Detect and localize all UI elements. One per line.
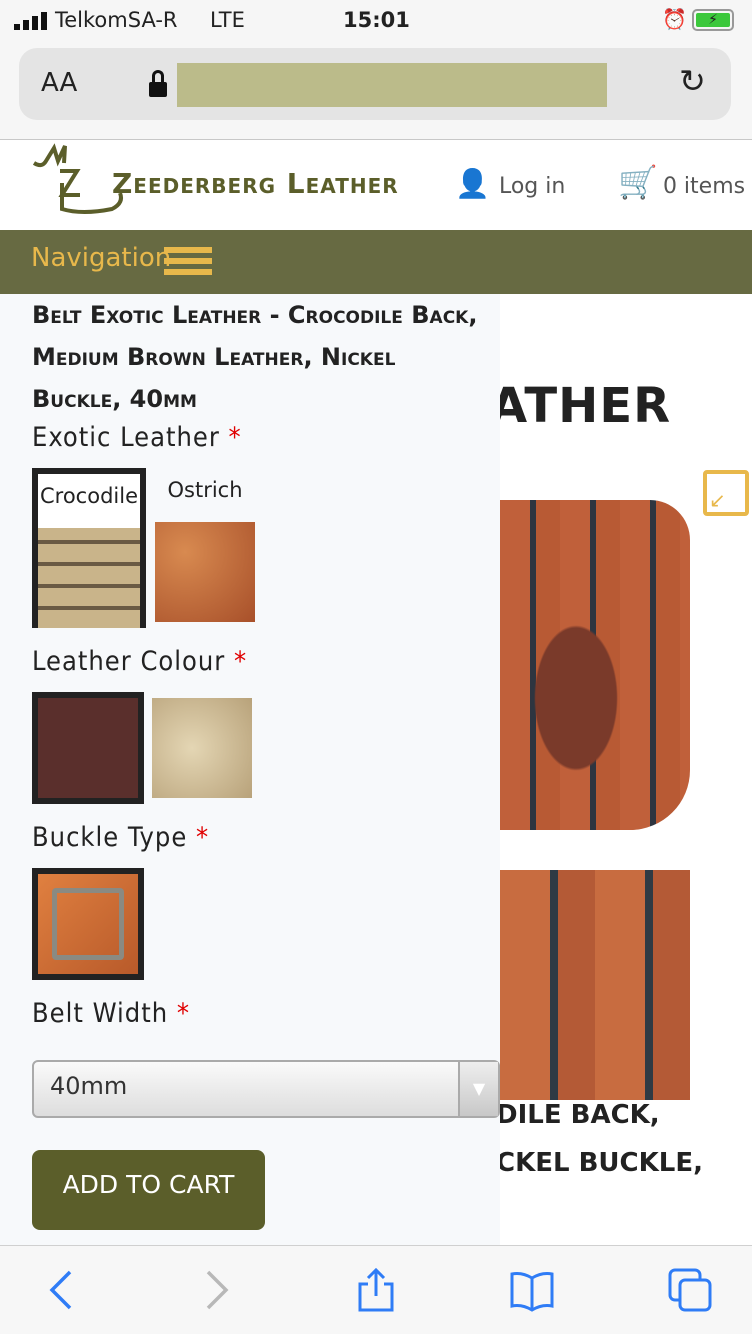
alarm-icon: ⏰ — [662, 7, 687, 31]
option-crocodile[interactable]: Crocodile — [32, 468, 146, 628]
belt-width-label: Belt Width * — [32, 998, 190, 1029]
site-header: Zeederberg Leather 👤 Log in 🛒 0 items — [0, 141, 752, 230]
chevron-down-icon: ▼ — [458, 1062, 498, 1116]
text-size-button[interactable]: AA — [41, 68, 77, 98]
login-link[interactable]: 👤 Log in — [455, 167, 565, 200]
forward-icon[interactable] — [194, 1268, 238, 1312]
browser-toolbar — [0, 1245, 752, 1334]
time: 15:01 — [343, 8, 410, 32]
address-bar[interactable]: AA ↻ — [19, 48, 731, 120]
signal-icon — [14, 12, 48, 30]
crocodile-swatch-image — [38, 528, 140, 628]
bookmarks-icon[interactable] — [510, 1268, 554, 1312]
url-text-redacted[interactable] — [177, 63, 607, 107]
product-image-1[interactable] — [500, 500, 690, 830]
option-ostrich[interactable]: Ostrich — [155, 474, 255, 622]
navigation-label: Navigation — [31, 243, 172, 273]
product-options-panel: Belt Exotic Leather - Crocodile Back, Me… — [0, 294, 500, 1245]
network: LTE — [210, 8, 245, 32]
background-heading: ATHER — [490, 378, 672, 434]
colour-option-medium-brown[interactable] — [32, 692, 144, 804]
background-title-line: CKEL BUCKLE, — [496, 1148, 703, 1178]
back-icon[interactable] — [40, 1268, 84, 1312]
status-bar: TelkomSA-R LTE 15:01 ⏰ ⚡ — [0, 0, 752, 44]
belt-width-select[interactable]: 40mm ▼ — [32, 1060, 500, 1118]
lock-icon — [149, 70, 167, 98]
cart-icon: 🛒 — [618, 163, 658, 201]
add-to-cart-button[interactable]: ADD TO CART — [32, 1150, 265, 1230]
buckle-option-nickel[interactable] — [32, 868, 144, 980]
expand-image-icon[interactable]: ↙ — [703, 470, 749, 516]
product-image-2[interactable] — [500, 870, 690, 1100]
colour-option-natural[interactable] — [152, 698, 252, 798]
carrier: TelkomSA-R — [55, 8, 178, 32]
background-title-line: DILE BACK, — [496, 1100, 660, 1130]
browser-address-area: AA ↻ — [0, 44, 752, 140]
ostrich-swatch-image — [155, 522, 255, 622]
hamburger-icon[interactable] — [164, 247, 212, 275]
buckle-type-label: Buckle Type * — [32, 822, 210, 853]
product-title: Belt Exotic Leather - Crocodile Back, Me… — [32, 301, 478, 413]
navigation-bar[interactable]: Navigation — [0, 230, 752, 294]
battery-icon: ⚡ — [692, 9, 734, 31]
exotic-leather-label: Exotic Leather * — [32, 422, 242, 453]
user-icon: 👤 — [455, 167, 490, 200]
reload-icon[interactable]: ↻ — [679, 62, 706, 100]
brand-logo[interactable]: Zeederberg Leather — [32, 143, 432, 221]
cart-link[interactable]: 🛒 0 items — [618, 163, 745, 201]
tabs-icon[interactable] — [668, 1268, 712, 1312]
leather-colour-label: Leather Colour * — [32, 646, 248, 677]
share-icon[interactable] — [354, 1268, 398, 1312]
